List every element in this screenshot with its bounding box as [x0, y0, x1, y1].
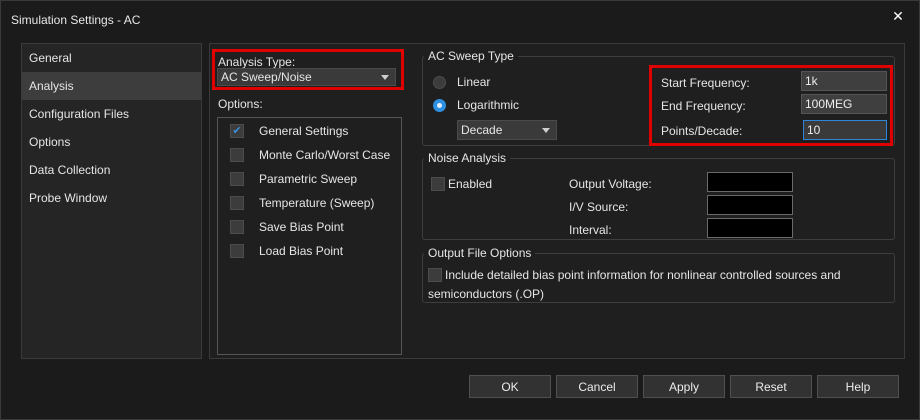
output-voltage-label: Output Voltage:	[569, 177, 652, 191]
checkmark-icon[interactable]: ✔	[230, 124, 244, 138]
start-frequency-input[interactable]: 1k	[801, 71, 887, 91]
checkbox[interactable]	[230, 172, 244, 186]
noise-enabled-label: Enabled	[448, 177, 493, 191]
option-parametric-sweep[interactable]: Parametric Sweep	[230, 170, 357, 188]
points-per-decade-input[interactable]: 10	[803, 120, 887, 140]
nav-item-analysis[interactable]: Analysis	[22, 72, 201, 100]
bias-detail-checkbox[interactable]	[428, 268, 442, 282]
options-label: Options:	[218, 97, 263, 111]
end-frequency-input[interactable]: 100MEG	[801, 94, 887, 114]
option-monte-carlo[interactable]: Monte Carlo/Worst Case	[230, 146, 390, 164]
bias-detail-label-line2: semiconductors (.OP)	[428, 287, 545, 301]
nav-item-options[interactable]: Options	[22, 128, 201, 156]
decade-select[interactable]: Decade	[457, 120, 557, 140]
chevron-down-icon	[381, 75, 389, 80]
analysis-type-label: Analysis Type:	[218, 55, 296, 69]
category-nav: General Analysis Configuration Files Opt…	[21, 43, 202, 359]
dialog-window: Simulation Settings - AC ✕ General Analy…	[0, 0, 920, 420]
nav-item-general[interactable]: General	[22, 44, 201, 72]
option-load-bias-point[interactable]: Load Bias Point	[230, 242, 343, 260]
logarithmic-label: Logarithmic	[457, 98, 520, 112]
decade-value: Decade	[461, 123, 503, 137]
option-save-bias-point[interactable]: Save Bias Point	[230, 218, 344, 236]
option-label: Temperature (Sweep)	[259, 196, 375, 210]
points-per-decade-label: Points/Decade:	[661, 124, 743, 138]
nav-item-data-collection[interactable]: Data Collection	[22, 156, 201, 184]
noise-analysis-group-title: Noise Analysis	[424, 151, 511, 165]
analysis-type-select[interactable]: AC Sweep/Noise	[217, 68, 396, 86]
options-list: ✔ General Settings Monte Carlo/Worst Cas…	[217, 117, 402, 355]
option-label: Parametric Sweep	[259, 172, 358, 186]
nav-item-configuration-files[interactable]: Configuration Files	[22, 100, 201, 128]
noise-enabled-checkbox[interactable]	[431, 177, 445, 191]
checkbox[interactable]	[230, 148, 244, 162]
output-voltage-input[interactable]	[707, 172, 793, 192]
start-frequency-label: Start Frequency:	[661, 76, 750, 90]
linear-radio[interactable]	[433, 76, 446, 89]
checkbox[interactable]	[230, 220, 244, 234]
ok-button[interactable]: OK	[469, 375, 551, 398]
bias-detail-label-line1: Include detailed bias point information …	[445, 268, 841, 282]
chevron-down-icon	[542, 128, 550, 133]
end-frequency-label: End Frequency:	[661, 99, 746, 113]
logarithmic-radio[interactable]	[433, 99, 446, 112]
option-label: Load Bias Point	[259, 244, 344, 258]
title-bar: Simulation Settings - AC ✕	[1, 1, 919, 35]
iv-source-input[interactable]	[707, 195, 793, 215]
nav-item-probe-window[interactable]: Probe Window	[22, 184, 201, 212]
interval-label: Interval:	[569, 223, 612, 237]
option-general-settings[interactable]: ✔ General Settings	[230, 122, 348, 140]
ac-sweep-group-title: AC Sweep Type	[424, 49, 518, 63]
analysis-type-value: AC Sweep/Noise	[221, 70, 312, 84]
noise-analysis-group	[422, 158, 895, 240]
output-file-group-title: Output File Options	[424, 246, 536, 260]
option-label: Save Bias Point	[259, 220, 344, 234]
option-temperature-sweep[interactable]: Temperature (Sweep)	[230, 194, 374, 212]
linear-label: Linear	[457, 75, 491, 89]
reset-button[interactable]: Reset	[730, 375, 812, 398]
iv-source-label: I/V Source:	[569, 200, 629, 214]
close-icon[interactable]: ✕	[887, 5, 909, 27]
checkbox[interactable]	[230, 244, 244, 258]
apply-button[interactable]: Apply	[643, 375, 725, 398]
help-button[interactable]: Help	[817, 375, 899, 398]
checkbox[interactable]	[230, 196, 244, 210]
window-title: Simulation Settings - AC	[11, 13, 141, 27]
option-label: General Settings	[259, 124, 349, 138]
option-label: Monte Carlo/Worst Case	[259, 148, 391, 162]
interval-input[interactable]	[707, 218, 793, 238]
cancel-button[interactable]: Cancel	[556, 375, 638, 398]
